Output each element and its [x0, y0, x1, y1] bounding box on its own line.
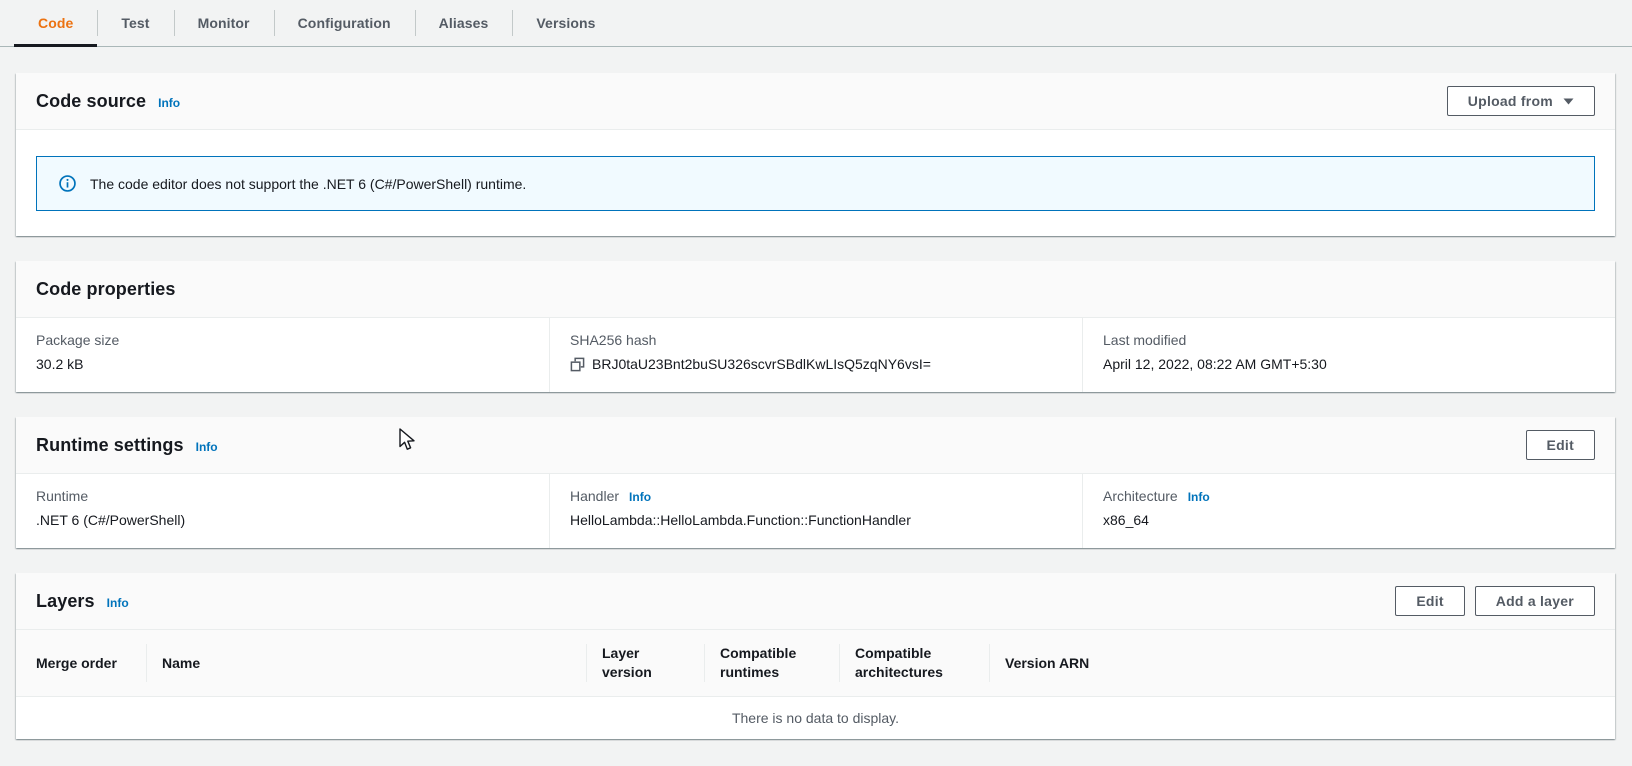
sha256-value-row: BRJ0taU23Bnt2buSU326scvrSBdlKwLIsQ5zqNY6…: [570, 356, 1062, 372]
copy-icon: [570, 357, 585, 371]
sha256-field: SHA256 hash BRJ0taU23Bnt2buSU326scvrSBdl…: [549, 318, 1082, 392]
alert-text: The code editor does not support the .NE…: [90, 175, 527, 192]
upload-from-button[interactable]: Upload from: [1446, 86, 1595, 116]
runtime-field: Runtime .NET 6 (C#/PowerShell): [16, 474, 549, 548]
tab-monitor[interactable]: Monitor: [173, 0, 274, 46]
last-modified-value: April 12, 2022, 08:22 AM GMT+5:30: [1103, 356, 1327, 372]
architecture-value: x86_64: [1103, 512, 1149, 528]
code-tab-panel: Code source Info Upload from The code ed…: [0, 47, 1632, 739]
last-modified-field: Last modified April 12, 2022, 08:22 AM G…: [1082, 318, 1615, 392]
code-properties-title: Code properties: [36, 278, 176, 299]
layers-header: Layers Info Edit Add a layer: [16, 573, 1615, 630]
caret-down-icon: [1563, 98, 1574, 104]
tab-configuration[interactable]: Configuration: [273, 0, 415, 46]
layers-info-link[interactable]: Info: [107, 596, 129, 610]
info-icon: [59, 175, 76, 192]
package-size-field: Package size 30.2 kB: [16, 318, 549, 392]
code-source-title: Code source: [36, 90, 147, 111]
architecture-label: Architecture: [1103, 488, 1178, 504]
layers-table-header: Merge order Name Layer version Compatibl…: [16, 630, 1615, 697]
add-layer-button[interactable]: Add a layer: [1474, 586, 1595, 616]
runtime-settings-title: Runtime settings: [36, 434, 184, 455]
col-version-arn: Version ARN: [989, 630, 1615, 696]
code-editor-unsupported-alert: The code editor does not support the .NE…: [36, 156, 1595, 211]
layers-card: Layers Info Edit Add a layer Merge order…: [16, 573, 1615, 739]
last-modified-label: Last modified: [1103, 332, 1187, 348]
function-tab-bar: Code Test Monitor Configuration Aliases …: [0, 0, 1632, 47]
runtime-settings-fields: Runtime .NET 6 (C#/PowerShell) Handler I…: [16, 474, 1615, 548]
upload-from-label: Upload from: [1467, 93, 1553, 109]
col-merge-order: Merge order: [36, 654, 117, 671]
runtime-label: Runtime: [36, 488, 89, 504]
architecture-info-link[interactable]: Info: [1188, 490, 1210, 504]
layers-edit-button[interactable]: Edit: [1395, 586, 1465, 616]
code-source-info-link[interactable]: Info: [158, 96, 180, 110]
col-compatible-architectures: Compatible architectures: [839, 630, 989, 696]
package-size-value: 30.2 kB: [36, 356, 84, 372]
code-source-card: Code source Info Upload from The code ed…: [16, 73, 1615, 236]
runtime-settings-header: Runtime settings Info Edit: [16, 417, 1615, 474]
runtime-settings-info-link[interactable]: Info: [196, 440, 218, 454]
runtime-settings-edit-label: Edit: [1546, 437, 1574, 453]
code-properties-header: Code properties: [16, 261, 1615, 318]
sha256-hash-text: BRJ0taU23Bnt2buSU326scvrSBdlKwLIsQ5zqNY6…: [592, 356, 931, 372]
layers-title: Layers: [36, 590, 95, 611]
sha256-label: SHA256 hash: [570, 332, 657, 348]
handler-field: Handler Info HelloLambda::HelloLambda.Fu…: [549, 474, 1082, 548]
col-name: Name: [146, 630, 586, 696]
code-properties-card: Code properties Package size 30.2 kB SHA…: [16, 261, 1615, 392]
architecture-field: Architecture Info x86_64: [1082, 474, 1615, 548]
runtime-value: .NET 6 (C#/PowerShell): [36, 512, 186, 528]
code-source-header: Code source Info Upload from: [16, 73, 1615, 130]
add-layer-label: Add a layer: [1495, 593, 1574, 609]
package-size-label: Package size: [36, 332, 120, 348]
runtime-settings-edit-button[interactable]: Edit: [1525, 430, 1595, 460]
tab-aliases[interactable]: Aliases: [414, 0, 513, 46]
tab-test[interactable]: Test: [97, 0, 173, 46]
code-properties-fields: Package size 30.2 kB SHA256 hash BRJ0taU…: [16, 318, 1615, 392]
col-compatible-runtimes: Compatible runtimes: [704, 630, 839, 696]
copy-hash-button[interactable]: [570, 357, 585, 372]
handler-value: HelloLambda::HelloLambda.Function::Funct…: [570, 512, 911, 528]
tab-code[interactable]: Code: [14, 0, 98, 47]
handler-info-link[interactable]: Info: [629, 490, 651, 504]
tab-versions[interactable]: Versions: [512, 0, 619, 46]
runtime-settings-card: Runtime settings Info Edit Runtime .NET …: [16, 417, 1615, 548]
handler-label: Handler: [570, 488, 620, 504]
code-source-body: The code editor does not support the .NE…: [16, 130, 1615, 236]
col-layer-version: Layer version: [586, 630, 704, 696]
layers-empty-state: There is no data to display.: [16, 697, 1615, 739]
layers-edit-label: Edit: [1416, 593, 1444, 609]
